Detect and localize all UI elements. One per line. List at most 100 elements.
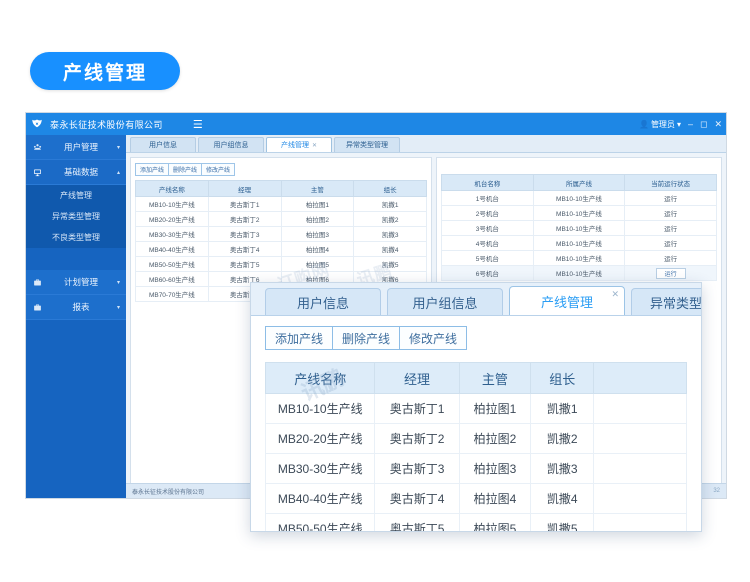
table-row[interactable]: 2号机台 MB10-10生产线 运行 <box>442 206 717 221</box>
close-icon[interactable]: ✕ <box>611 289 619 300</box>
popup-tab-user-info[interactable]: 用户信息 <box>265 288 381 315</box>
cell-leader: 凯撒5 <box>531 514 594 533</box>
table-row[interactable]: MB20-20生产线 奥古斯丁2 柏拉图2 凯撒2 <box>136 212 427 227</box>
add-production-line-button[interactable]: 添加产线 <box>135 163 169 176</box>
cell-line-name: MB60-60生产线 <box>136 272 209 287</box>
chevron-down-icon: ▾ <box>117 304 120 311</box>
sidebar-item-defect-type-mgmt[interactable]: 不良类型管理 <box>26 227 126 248</box>
sidebar-item-user-management[interactable]: 用户管理 ▾ <box>26 135 126 160</box>
table-row-selected[interactable]: 6号机台 MB10-10生产线 运行 <box>442 266 717 281</box>
close-icon[interactable]: ✕ <box>312 142 317 149</box>
cell-leader: 凯撒3 <box>354 227 427 242</box>
cell-supervisor: 柏拉图3 <box>281 227 354 242</box>
table-row[interactable]: MB50-50生产线 奥古斯丁5 柏拉图5 凯撒5 <box>266 514 687 533</box>
user-icon: 👤 <box>639 120 649 129</box>
popup-delete-production-line-button[interactable]: 删除产线 <box>332 326 400 350</box>
edit-production-line-button[interactable]: 修改产线 <box>201 163 235 176</box>
sidebar-nav: 用户管理 ▾ 基础数据 ▴ 产线管理 异常类型管理 不良类型管理 <box>26 135 126 498</box>
cell-line-name: MB50-50生产线 <box>266 514 375 533</box>
table-row[interactable]: MB30-30生产线 奥古斯丁3 柏拉图3 凯撒3 <box>266 454 687 484</box>
table-row[interactable]: 1号机台 MB10-10生产线 运行 <box>442 191 717 206</box>
cell-line-name: MB20-20生产线 <box>136 212 209 227</box>
cell-manager: 奥古斯丁5 <box>208 257 281 272</box>
cell-supervisor: 柏拉图5 <box>281 257 354 272</box>
tab-production-line-mgmt[interactable]: 产线管理 ✕ <box>266 137 332 152</box>
table-row[interactable]: MB10-10生产线 奥古斯丁1 柏拉图1 凯撒1 <box>136 197 427 212</box>
hamburger-menu-icon[interactable]: ☰ <box>193 118 203 131</box>
table-row[interactable]: MB30-30生产线 奥古斯丁3 柏拉图3 凯撒3 <box>136 227 427 242</box>
minimize-button[interactable]: – <box>688 119 693 129</box>
status-company: 泰永长征技术股份有限公司 <box>126 487 204 496</box>
status-count: 32 <box>713 488 726 494</box>
table-row[interactable]: MB40-40生产线 奥古斯丁4 柏拉图4 凯撒4 <box>266 484 687 514</box>
popup-table-wrapper: 产线名称 经理 主管 组长 MB10-10生产线 奥古斯丁1 柏拉图1 凯撒1 … <box>251 356 701 532</box>
cell-belong-line: MB10-10生产线 <box>533 266 625 281</box>
cell-manager: 奥古斯丁4 <box>375 484 459 514</box>
table-row[interactable]: 4号机台 MB10-10生产线 运行 <box>442 236 717 251</box>
popup-edit-production-line-button[interactable]: 修改产线 <box>399 326 467 350</box>
page-title-badge: 产线管理 <box>30 52 180 90</box>
popup-production-line-table: 产线名称 经理 主管 组长 MB10-10生产线 奥古斯丁1 柏拉图1 凯撒1 … <box>265 362 687 532</box>
col-belong-line: 所属产线 <box>533 175 625 191</box>
cell-leader: 凯撒3 <box>531 454 594 484</box>
cell-run-status: 运行 <box>625 266 717 281</box>
sidebar-item-plan-management[interactable]: 计划管理 ▾ <box>26 270 126 295</box>
cell-machine-name: 2号机台 <box>442 206 534 221</box>
button-label: 添加产线 <box>140 165 164 174</box>
table-row[interactable]: 3号机台 MB10-10生产线 运行 <box>442 221 717 236</box>
eagle-logo-icon <box>26 113 48 135</box>
popup-tabbar: 用户信息 用户组信息 产线管理 ✕ 异常类型管理 <box>251 283 701 316</box>
sidebar-item-production-line-mgmt[interactable]: 产线管理 <box>26 185 126 206</box>
tab-exception-type-mgmt[interactable]: 异常类型管理 <box>334 137 400 152</box>
table-row[interactable]: MB10-10生产线 奥古斯丁1 柏拉图1 凯撒1 <box>266 394 687 424</box>
tab-user-info[interactable]: 用户信息 <box>130 137 196 152</box>
cell-belong-line: MB10-10生产线 <box>533 191 625 206</box>
cell-leader: 凯撒4 <box>354 242 427 257</box>
cell-machine-name: 5号机台 <box>442 251 534 266</box>
tab-label: 用户信息 <box>149 140 177 150</box>
cell-line-name: MB10-10生产线 <box>136 197 209 212</box>
cell-manager: 奥古斯丁4 <box>208 242 281 257</box>
table-row[interactable]: MB50-50生产线 奥古斯丁5 柏拉图5 凯撒5 <box>136 257 427 272</box>
popup-add-production-line-button[interactable]: 添加产线 <box>265 326 333 350</box>
users-icon <box>26 143 48 152</box>
cell-machine-name: 4号机台 <box>442 236 534 251</box>
table-row[interactable]: MB40-40生产线 奥古斯丁4 柏拉图4 凯撒4 <box>136 242 427 257</box>
close-button[interactable]: ✕ <box>714 119 722 130</box>
col-machine-name: 机台名称 <box>442 175 534 191</box>
sidebar-item-basic-data[interactable]: 基础数据 ▴ <box>26 160 126 185</box>
cell-supervisor: 柏拉图1 <box>459 394 531 424</box>
cell-blank <box>594 514 687 533</box>
popup-tab-production-line-mgmt[interactable]: 产线管理 ✕ <box>509 286 625 315</box>
cell-manager: 奥古斯丁3 <box>375 454 459 484</box>
button-label: 删除产线 <box>173 165 197 174</box>
cell-manager: 奥古斯丁1 <box>375 394 459 424</box>
cell-supervisor: 柏拉图4 <box>459 484 531 514</box>
maximize-button[interactable]: ◻ <box>700 119 707 130</box>
popup-tab-exception-type-mgmt[interactable]: 异常类型管理 <box>631 288 702 315</box>
sidebar-item-exception-type-mgmt[interactable]: 异常类型管理 <box>26 206 126 227</box>
table-row[interactable]: 5号机台 MB10-10生产线 运行 <box>442 251 717 266</box>
run-status-button[interactable]: 运行 <box>656 268 686 279</box>
tab-label: 用户组信息 <box>214 140 249 150</box>
cell-supervisor: 柏拉图2 <box>459 424 531 454</box>
col-manager: 经理 <box>208 181 281 197</box>
tab-label: 异常类型管理 <box>650 293 702 312</box>
cell-leader: 凯撒4 <box>531 484 594 514</box>
page-title-text: 产线管理 <box>63 58 147 85</box>
cell-supervisor: 柏拉图5 <box>459 514 531 533</box>
chevron-down-icon: ▾ <box>117 279 120 286</box>
tab-user-group-info[interactable]: 用户组信息 <box>198 137 264 152</box>
table-header-row: 机台名称 所属产线 当前运行状态 <box>442 175 717 191</box>
current-user[interactable]: 👤 管理员 ▾ <box>639 119 681 130</box>
table-row[interactable]: MB20-20生产线 奥古斯丁2 柏拉图2 凯撒2 <box>266 424 687 454</box>
chevron-down-icon: ▾ <box>117 144 120 151</box>
popup-tab-user-group-info[interactable]: 用户组信息 <box>387 288 503 315</box>
cell-manager: 奥古斯丁2 <box>375 424 459 454</box>
delete-production-line-button[interactable]: 删除产线 <box>168 163 202 176</box>
briefcase-icon <box>26 278 48 287</box>
cell-belong-line: MB10-10生产线 <box>533 221 625 236</box>
col-manager: 经理 <box>375 363 459 394</box>
sidebar-item-reports[interactable]: 报表 ▾ <box>26 295 126 320</box>
button-label: 添加产线 <box>275 330 323 347</box>
